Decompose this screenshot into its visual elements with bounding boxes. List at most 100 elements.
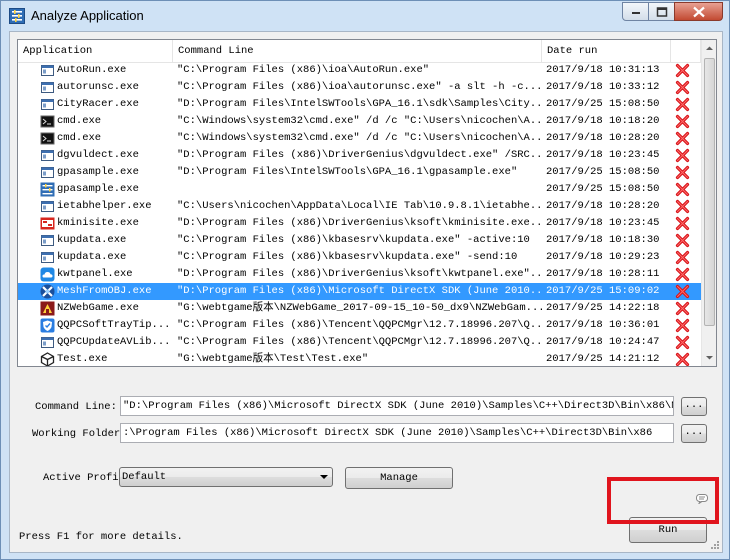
applications-list[interactable]: Application Command Line Date run AutoRu… bbox=[17, 39, 717, 367]
title-bar[interactable]: Analyze Application bbox=[1, 1, 729, 31]
command-line-cell: "G:\webtgame版本\Test\Test.exe" bbox=[177, 353, 369, 365]
window-app-icon bbox=[40, 233, 55, 248]
close-button[interactable] bbox=[674, 2, 723, 21]
delete-icon[interactable] bbox=[675, 216, 690, 231]
table-row[interactable]: cmd.exe "C:\Windows\system32\cmd.exe" /d … bbox=[18, 130, 701, 147]
application-name-cell: QQPCSoftTrayTip... bbox=[57, 319, 171, 331]
column-header-delete bbox=[671, 40, 701, 62]
table-row[interactable]: kminisite.exe "D:\Program Files (x86)\Dri… bbox=[18, 215, 701, 232]
list-scrollbar[interactable] bbox=[701, 40, 717, 366]
delete-icon[interactable] bbox=[675, 80, 690, 95]
date-run-cell: 2017/9/25 15:09:02 bbox=[546, 285, 660, 297]
date-run-cell: 2017/9/18 10:29:23 bbox=[546, 251, 660, 263]
table-row[interactable]: QQPCUpdateAVLib... "C:\Program Files (x86… bbox=[18, 334, 701, 351]
application-name-cell: kminisite.exe bbox=[57, 217, 139, 229]
scroll-down-icon[interactable] bbox=[702, 349, 717, 366]
column-header-application[interactable]: Application bbox=[18, 40, 173, 62]
active-profile-select[interactable]: Default bbox=[119, 467, 333, 487]
delete-icon[interactable] bbox=[675, 165, 690, 180]
application-name-cell: cmd.exe bbox=[57, 132, 102, 144]
application-name-cell: CityRacer.exe bbox=[57, 98, 139, 110]
console-icon bbox=[40, 131, 55, 146]
application-name-cell: cmd.exe bbox=[57, 115, 102, 127]
table-row[interactable]: ietabhelper.exe "C:\Users\nicochen\AppDat… bbox=[18, 198, 701, 215]
delete-icon[interactable] bbox=[675, 199, 690, 214]
window-app-icon bbox=[40, 335, 55, 350]
sliders-icon bbox=[40, 182, 55, 197]
minimize-icon bbox=[631, 11, 640, 14]
table-row[interactable]: gpasample.exe "D:\Program Files\IntelSWTo… bbox=[18, 164, 701, 181]
command-line-cell: "C:\Users\nicochen\AppData\Local\IE Tab\… bbox=[177, 200, 542, 212]
command-line-cell bbox=[177, 181, 542, 198]
table-row[interactable]: dgvuldect.exe "D:\Program Files (x86)\Dri… bbox=[18, 147, 701, 164]
delete-icon[interactable] bbox=[675, 335, 690, 350]
browse-command-line-button[interactable]: ... bbox=[681, 397, 707, 416]
delete-icon[interactable] bbox=[675, 250, 690, 265]
window-app-icon bbox=[40, 63, 55, 78]
browse-working-folder-button[interactable]: ... bbox=[681, 424, 707, 443]
date-run-cell: 2017/9/25 15:08:50 bbox=[546, 183, 660, 195]
close-icon bbox=[692, 6, 705, 17]
list-header: Application Command Line Date run bbox=[18, 40, 701, 63]
delete-icon[interactable] bbox=[675, 63, 690, 78]
table-row[interactable]: MeshFromOBJ.exe "D:\Program Files (x86)\M… bbox=[18, 283, 701, 300]
table-row[interactable]: autorunsc.exe "C:\Program Files (x86)\ioa… bbox=[18, 79, 701, 96]
application-name-cell: autorunsc.exe bbox=[57, 81, 139, 93]
working-folder-field[interactable]: :\Program Files (x86)\Microsoft DirectX … bbox=[120, 423, 674, 443]
working-folder-label: Working Folder: bbox=[32, 428, 127, 440]
column-header-command-line[interactable]: Command Line bbox=[173, 40, 542, 62]
date-run-cell: 2017/9/25 14:21:12 bbox=[546, 353, 660, 365]
delete-icon[interactable] bbox=[675, 301, 690, 316]
table-row[interactable]: CityRacer.exe "D:\Program Files\IntelSWTo… bbox=[18, 96, 701, 113]
delete-icon[interactable] bbox=[675, 284, 690, 299]
command-line-cell: "C:\Program Files (x86)\kbasesrv\kupdata… bbox=[177, 234, 530, 246]
command-line-cell: "D:\Program Files\IntelSWTools\GPA_16.1\… bbox=[177, 166, 518, 178]
manage-button[interactable]: Manage bbox=[345, 467, 453, 489]
maximize-icon bbox=[656, 6, 667, 17]
delete-icon[interactable] bbox=[675, 182, 690, 197]
scroll-thumb[interactable] bbox=[704, 58, 715, 326]
delete-icon[interactable] bbox=[675, 131, 690, 146]
application-name-cell: gpasample.exe bbox=[57, 166, 139, 178]
column-header-date-run[interactable]: Date run bbox=[542, 40, 671, 62]
active-profile-label: Active Profil bbox=[43, 472, 125, 484]
window-app-icon bbox=[40, 80, 55, 95]
table-row[interactable]: QQPCSoftTrayTip... "C:\Program Files (x86… bbox=[18, 317, 701, 334]
command-line-cell: "C:\Program Files (x86)\Tencent\QQPCMgr\… bbox=[177, 336, 542, 348]
maximize-button[interactable] bbox=[648, 2, 675, 21]
minimize-button[interactable] bbox=[622, 2, 649, 21]
table-row[interactable]: kupdata.exe "C:\Program Files (x86)\kbase… bbox=[18, 232, 701, 249]
application-name-cell: ietabhelper.exe bbox=[57, 200, 152, 212]
unity-icon bbox=[40, 352, 55, 366]
application-name-cell: gpasample.exe bbox=[57, 183, 139, 195]
command-line-cell: "D:\Program Files (x86)\Microsoft Direct… bbox=[177, 285, 542, 297]
delete-icon[interactable] bbox=[675, 267, 690, 282]
scroll-up-icon[interactable] bbox=[702, 40, 717, 57]
delete-icon[interactable] bbox=[675, 148, 690, 163]
app-icon bbox=[9, 8, 25, 24]
delete-icon[interactable] bbox=[675, 233, 690, 248]
date-run-cell: 2017/9/25 15:08:50 bbox=[546, 166, 660, 178]
command-line-cell: "C:\Program Files (x86)\Tencent\QQPCMgr\… bbox=[177, 319, 542, 331]
table-row[interactable]: AutoRun.exe "C:\Program Files (x86)\ioa\A… bbox=[18, 62, 701, 79]
status-hint: Press F1 for more details. bbox=[19, 531, 183, 543]
delete-icon[interactable] bbox=[675, 97, 690, 112]
delete-icon[interactable] bbox=[675, 318, 690, 333]
command-line-cell: "C:\Program Files (x86)\ioa\AutoRun.exe" bbox=[177, 64, 430, 76]
command-line-field[interactable]: "D:\Program Files (x86)\Microsoft Direct… bbox=[120, 396, 674, 416]
table-row[interactable]: Test.exe "G:\webtgame版本\Test\Test.exe" 201… bbox=[18, 351, 701, 366]
table-row[interactable]: NZWebGame.exe "G:\webtgame版本\NZWebGame_20… bbox=[18, 300, 701, 317]
command-line-cell: "C:\Program Files (x86)\ioa\autorunsc.ex… bbox=[177, 81, 542, 93]
table-row[interactable]: gpasample.exe 2017/9/25 15:08:50 bbox=[18, 181, 701, 198]
table-row[interactable]: kupdata.exe "C:\Program Files (x86)\kbase… bbox=[18, 249, 701, 266]
table-row[interactable]: kwtpanel.exe "D:\Program Files (x86)\Driv… bbox=[18, 266, 701, 283]
window-app-icon bbox=[40, 250, 55, 265]
window-app-icon bbox=[40, 97, 55, 112]
date-run-cell: 2017/9/18 10:23:45 bbox=[546, 217, 660, 229]
delete-icon[interactable] bbox=[675, 352, 690, 366]
table-row[interactable]: cmd.exe "C:\Windows\system32\cmd.exe" /d … bbox=[18, 113, 701, 130]
date-run-cell: 2017/9/18 10:18:20 bbox=[546, 115, 660, 127]
resize-grip-icon[interactable] bbox=[710, 540, 720, 550]
directx-icon bbox=[40, 284, 55, 299]
delete-icon[interactable] bbox=[675, 114, 690, 129]
